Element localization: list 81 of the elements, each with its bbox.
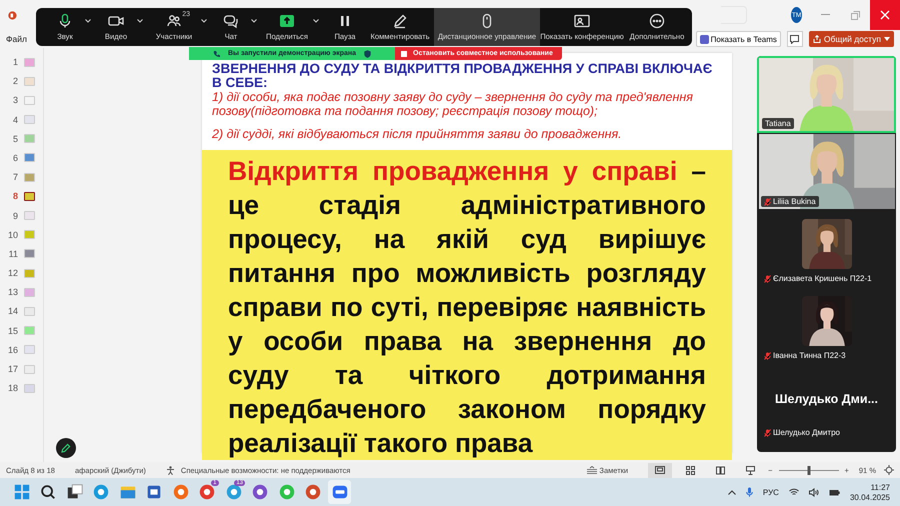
- slide-number: 8: [12, 191, 18, 202]
- teams-icon: [700, 34, 709, 44]
- slide-point: 1) дії особи, яка подає позовну заяву до суду – звернення до суду та пред'явлення позову(підготовка та подання позову; реєстрація позову тощо);: [211, 90, 694, 118]
- more-icon: [649, 13, 665, 29]
- presentation-app-icon: [8, 8, 17, 22]
- zoom-slider-thumb[interactable]: [807, 466, 810, 474]
- share-screen-icon: [279, 13, 295, 29]
- comment-icon: [790, 34, 800, 44]
- comments-button[interactable]: [786, 31, 803, 47]
- share-button[interactable]: Общий доступ: [808, 31, 894, 47]
- task-view-icon: [66, 483, 84, 501]
- share-icon: [812, 35, 821, 43]
- muted-microphone-icon: [764, 428, 771, 436]
- file-tab[interactable]: Файл: [6, 34, 27, 44]
- shield-icon: [364, 50, 372, 58]
- slide-number: 2: [12, 76, 18, 86]
- notes-icon: [587, 466, 598, 474]
- caret-icon[interactable]: [313, 19, 319, 23]
- slide-number: 5: [12, 134, 18, 144]
- slide-thumbnail[interactable]: [24, 192, 35, 201]
- caret-icon[interactable]: [251, 19, 257, 23]
- slide-number: 3: [12, 95, 18, 106]
- participant-name: Tatiana: [762, 118, 794, 129]
- wifi-icon[interactable]: [788, 488, 799, 496]
- pencil-icon: [392, 13, 408, 29]
- show-in-teams-button[interactable]: Показать в Teams: [696, 31, 781, 47]
- clock-date[interactable]: 30.04.2025: [850, 492, 890, 502]
- participant-name: Шелудько Дмитро: [761, 427, 843, 438]
- fit-to-window-icon[interactable]: [884, 465, 894, 475]
- muted-microphone-icon: [764, 352, 771, 360]
- slide-number: 9: [12, 210, 18, 220]
- clock-time[interactable]: 11:27: [870, 482, 890, 492]
- slide-number: 6: [12, 152, 18, 163]
- slide-number: 11: [8, 248, 18, 259]
- slide-heading: ЗВЕРНЕННЯ ДО СУДУ ТА ВІДКРИТТЯ ПРОВАДЖЕННЯ У СПРАВІ ВКЛЮЧАЄ В СЕБЕ:: [212, 62, 714, 90]
- input-language[interactable]: РУС: [762, 488, 779, 496]
- slide-number: 10: [6, 230, 18, 240]
- slide-number: 18: [6, 383, 18, 394]
- caret-icon[interactable]: [201, 19, 207, 23]
- definition-text: Відкриття провадження у справі – це стадія адміністративного процесу, на якій суд вирішує питання про можливість розгляду справи по суті, перевіряє наявність у особи права на звернення до суду та чіткого дотримання передбаченого законом порядку реалізації такого права: [228, 154, 706, 460]
- chevron-up-icon[interactable]: [728, 490, 736, 494]
- muted-microphone-icon: [764, 198, 771, 206]
- slide-point: 2) дії судді, які відбуваються після прийняття заяви до провадження.: [211, 126, 623, 142]
- speaker-icon[interactable]: [808, 488, 819, 496]
- chat-icon: [223, 13, 239, 29]
- caret-icon[interactable]: [137, 19, 143, 23]
- slide-number: 15: [6, 326, 18, 336]
- projector-screen-icon: [746, 466, 755, 474]
- participant-name: Liliia Bukina: [761, 196, 819, 207]
- normal-view-button[interactable]: [648, 462, 672, 478]
- document-icon: [145, 483, 163, 501]
- book-icon: [716, 466, 725, 474]
- annotate-button[interactable]: [56, 438, 76, 458]
- close-button[interactable]: [870, 0, 900, 30]
- slide-number: 7: [12, 172, 18, 182]
- search-icon: [39, 483, 57, 501]
- caret-icon: [884, 37, 890, 41]
- slide-number: 4: [12, 114, 18, 125]
- accessibility-icon: [166, 466, 175, 474]
- slide-number: 17: [6, 364, 18, 374]
- microphone-icon: [57, 13, 73, 29]
- minimize-icon: [820, 14, 830, 16]
- stop-icon: [401, 50, 407, 56]
- caret-icon[interactable]: [85, 19, 91, 23]
- slide-number: 16: [6, 344, 18, 355]
- participant-display-name: Шелудько Дми...: [774, 392, 878, 406]
- video-call-icon: [330, 483, 348, 501]
- slide-number: 1: [12, 57, 18, 67]
- battery-icon[interactable]: [828, 488, 840, 496]
- close-icon: [880, 10, 890, 20]
- people-icon: [166, 13, 182, 29]
- pencil-icon: [61, 443, 71, 453]
- slide-number: 14: [6, 306, 18, 316]
- windows-icon: [12, 483, 30, 501]
- muted-microphone-icon: [764, 274, 771, 282]
- microphone-icon[interactable]: [746, 487, 753, 497]
- restore-icon: [850, 10, 860, 20]
- slide-number: 13: [6, 287, 18, 298]
- grid-icon: [686, 466, 695, 474]
- normal-view-icon: [655, 466, 666, 474]
- slide-number: 12: [6, 268, 18, 278]
